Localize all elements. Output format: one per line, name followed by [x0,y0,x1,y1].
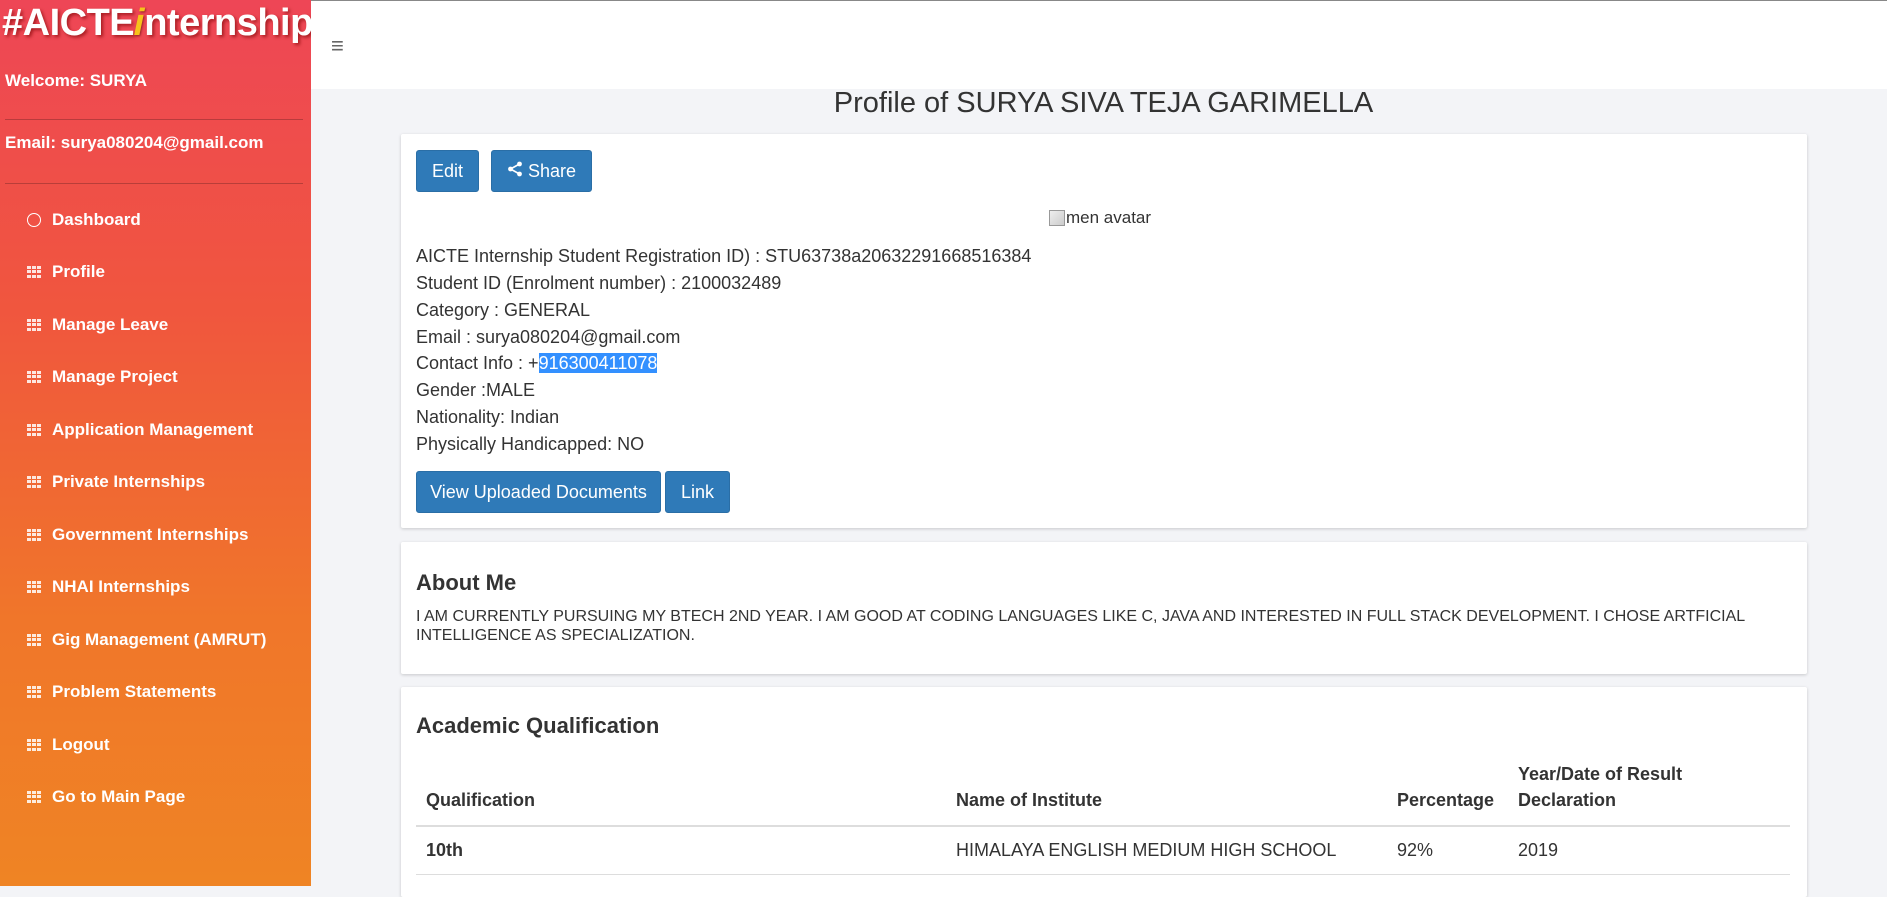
grid-icon [27,581,41,593]
grid-icon [27,529,41,541]
share-button[interactable]: Share [491,150,592,192]
sidebar-item-private-internships[interactable]: Private Internships [27,472,205,492]
sidebar-item-problem-statements[interactable]: Problem Statements [27,682,216,702]
sidebar-item-manage-project[interactable]: Manage Project [27,367,178,387]
sidebar-item-label: Application Management [52,420,254,439]
sidebar-divider [5,183,303,184]
nationality: Nationality: Indian [416,407,560,427]
about-me-title: About Me [416,570,517,595]
share-icon [507,161,523,182]
grid-icon [27,266,41,278]
user-email-text: Email: surya080204@gmail.com [5,133,264,152]
sidebar-item-go-to-main-page[interactable]: Go to Main Page [27,787,185,807]
grid-icon [27,739,41,751]
sidebar-item-label: Manage Leave [52,315,169,334]
table-header-divider [416,825,1790,827]
sidebar-item-label: Dashboard [52,210,141,229]
sidebar: #AICTEinternship Welcome: SURYA Email: s… [0,0,311,886]
table-cell-year: 2019 [1518,840,1559,860]
avatar: men avatar [1049,208,1151,228]
registration-id: AICTE Internship Student Registration ID… [416,246,1032,266]
academic-qualification-card: Academic Qualification Qualification Nam… [401,687,1807,897]
contact-info: Contact Info : +916300411078 [416,353,658,374]
broken-image-icon [1049,210,1065,226]
link-button[interactable]: Link [665,471,730,513]
column-header-qualification: Qualification [426,790,536,810]
column-header-result-declaration: Year/Date of Result Declaration [1518,764,1683,810]
table-row-divider [416,874,1790,875]
sidebar-item-label: Private Internships [52,472,206,491]
academic-qualification-title: Academic Qualification [416,713,660,738]
page-title: Profile of SURYA SIVA TEJA GARIMELLA [833,87,1374,119]
about-me-card: About Me I AM CURRENTLY PURSUING MY BTEC… [401,542,1807,674]
top-bar: ≡ [311,0,1887,89]
gender: Gender :MALE [416,380,536,400]
sidebar-item-logout[interactable]: Logout [27,735,110,755]
sidebar-item-label: Logout [52,735,110,754]
table-cell-qualification: 10th [426,840,464,860]
column-header-percentage: Percentage [1397,790,1495,810]
contact-number-selected[interactable]: 916300411078 [538,353,658,373]
contact-prefix: Contact Info : + [416,353,539,373]
grid-icon [27,424,41,436]
share-label: Share [527,160,577,181]
profile-card: Edit Share men avatar AICTE Internship S… [401,134,1807,528]
avatar-alt-text: men avatar [1066,208,1152,227]
table-cell-percentage: 92% [1397,840,1434,860]
hamburger-menu-icon[interactable]: ≡ [331,35,344,57]
sidebar-item-label: NHAI Internships [52,577,190,596]
grid-icon [27,319,41,331]
sidebar-item-government-internships[interactable]: Government Internships [27,525,248,545]
sidebar-item-profile[interactable]: Profile [27,262,105,282]
column-header-institute: Name of Institute [956,790,1103,810]
about-me-text: I AM CURRENTLY PURSUING MY BTECH 2ND YEA… [416,608,1745,644]
grid-icon [27,371,41,383]
view-uploaded-documents-button[interactable]: View Uploaded Documents [416,471,661,513]
sidebar-item-dashboard[interactable]: Dashboard [27,210,141,230]
category: Category : GENERAL [416,300,591,320]
sidebar-item-nhai-internships[interactable]: NHAI Internships [27,577,190,597]
student-id: Student ID (Enrolment number) : 21000324… [416,273,782,293]
sidebar-item-manage-leave[interactable]: Manage Leave [27,315,168,335]
sidebar-item-application-management[interactable]: Application Management [27,420,253,440]
sidebar-item-label: Manage Project [52,367,178,386]
grid-icon [27,686,41,698]
sidebar-item-label: Go to Main Page [52,787,186,806]
sidebar-item-gig-management[interactable]: Gig Management (AMRUT) [27,630,266,650]
physically-handicapped: Physically Handicapped: NO [416,434,645,454]
sidebar-item-label: Government Internships [52,525,249,544]
sidebar-item-label: Gig Management (AMRUT) [52,630,267,649]
sidebar-divider [5,119,303,120]
grid-icon [27,476,41,488]
table-cell-institute: HIMALAYA ENGLISH MEDIUM HIGH SCHOOL [956,840,1337,860]
aicte-internship-logo[interactable]: #AICTEinternship [2,2,311,45]
edit-button[interactable]: Edit [416,150,479,192]
email-info: Email : surya080204@gmail.com [416,327,681,347]
sidebar-item-label: Problem Statements [52,682,217,701]
sidebar-item-label: Profile [52,262,105,281]
circle-icon [27,213,41,227]
grid-icon [27,634,41,646]
grid-icon [27,791,41,803]
welcome-text: Welcome: SURYA [5,71,148,90]
